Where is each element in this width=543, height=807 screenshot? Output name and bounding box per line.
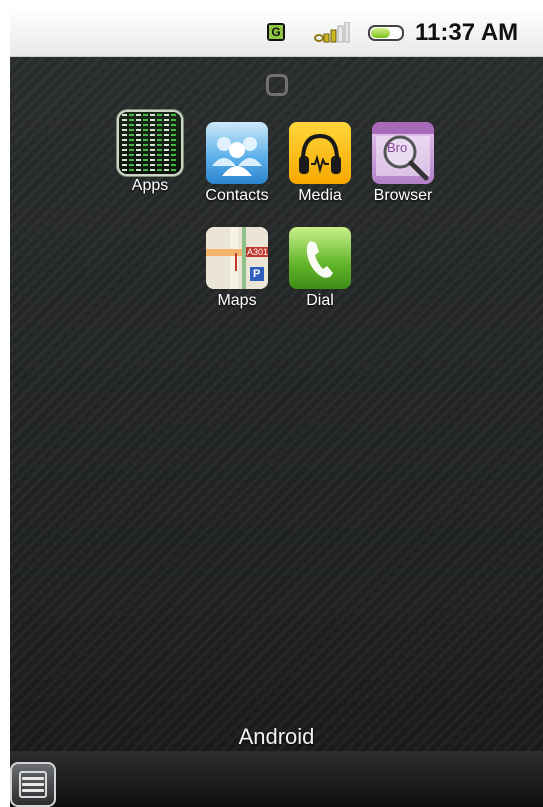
map-icon: A301 P [206,227,268,289]
app-label: Apps [131,177,169,194]
device-label: Android [238,724,315,749]
home-page-indicator [266,74,288,96]
status-clock: 11:37 AM [415,19,519,46]
signal-strength-icon [314,22,350,43]
browser-badge-text: Bro [387,140,408,155]
battery-icon [368,25,404,41]
browser-magnifier-icon: Bro [372,122,434,184]
app-label: Dial [306,292,334,309]
apps-grid-icon [119,112,181,174]
app-apps[interactable]: Apps [113,112,187,195]
app-label: Media [298,187,342,204]
app-media[interactable]: Media [283,122,357,205]
map-road-badge: A301 [246,247,268,257]
network-type-badge: G [269,25,283,39]
app-label: Maps [217,292,257,309]
app-browser[interactable]: Bro Browser [366,122,440,205]
app-label: Browser [373,187,433,204]
home-screen: G 11:37 AM Apps Contacts Media Bro Brows… [10,10,543,807]
phone-icon [289,227,351,289]
network-type-icon: G [267,23,285,41]
battery-level-fill [371,28,390,38]
app-contacts[interactable]: Contacts [200,122,274,205]
dock-bar [10,751,543,807]
status-bar: G 11:37 AM [10,10,543,57]
headphones-icon [289,122,351,184]
app-label: Contacts [205,187,269,204]
app-maps[interactable]: A301 P Maps [200,227,274,310]
contacts-icon [206,122,268,184]
app-dial[interactable]: Dial [283,227,357,310]
map-parking-badge: P [253,268,261,280]
menu-button[interactable] [10,762,56,807]
